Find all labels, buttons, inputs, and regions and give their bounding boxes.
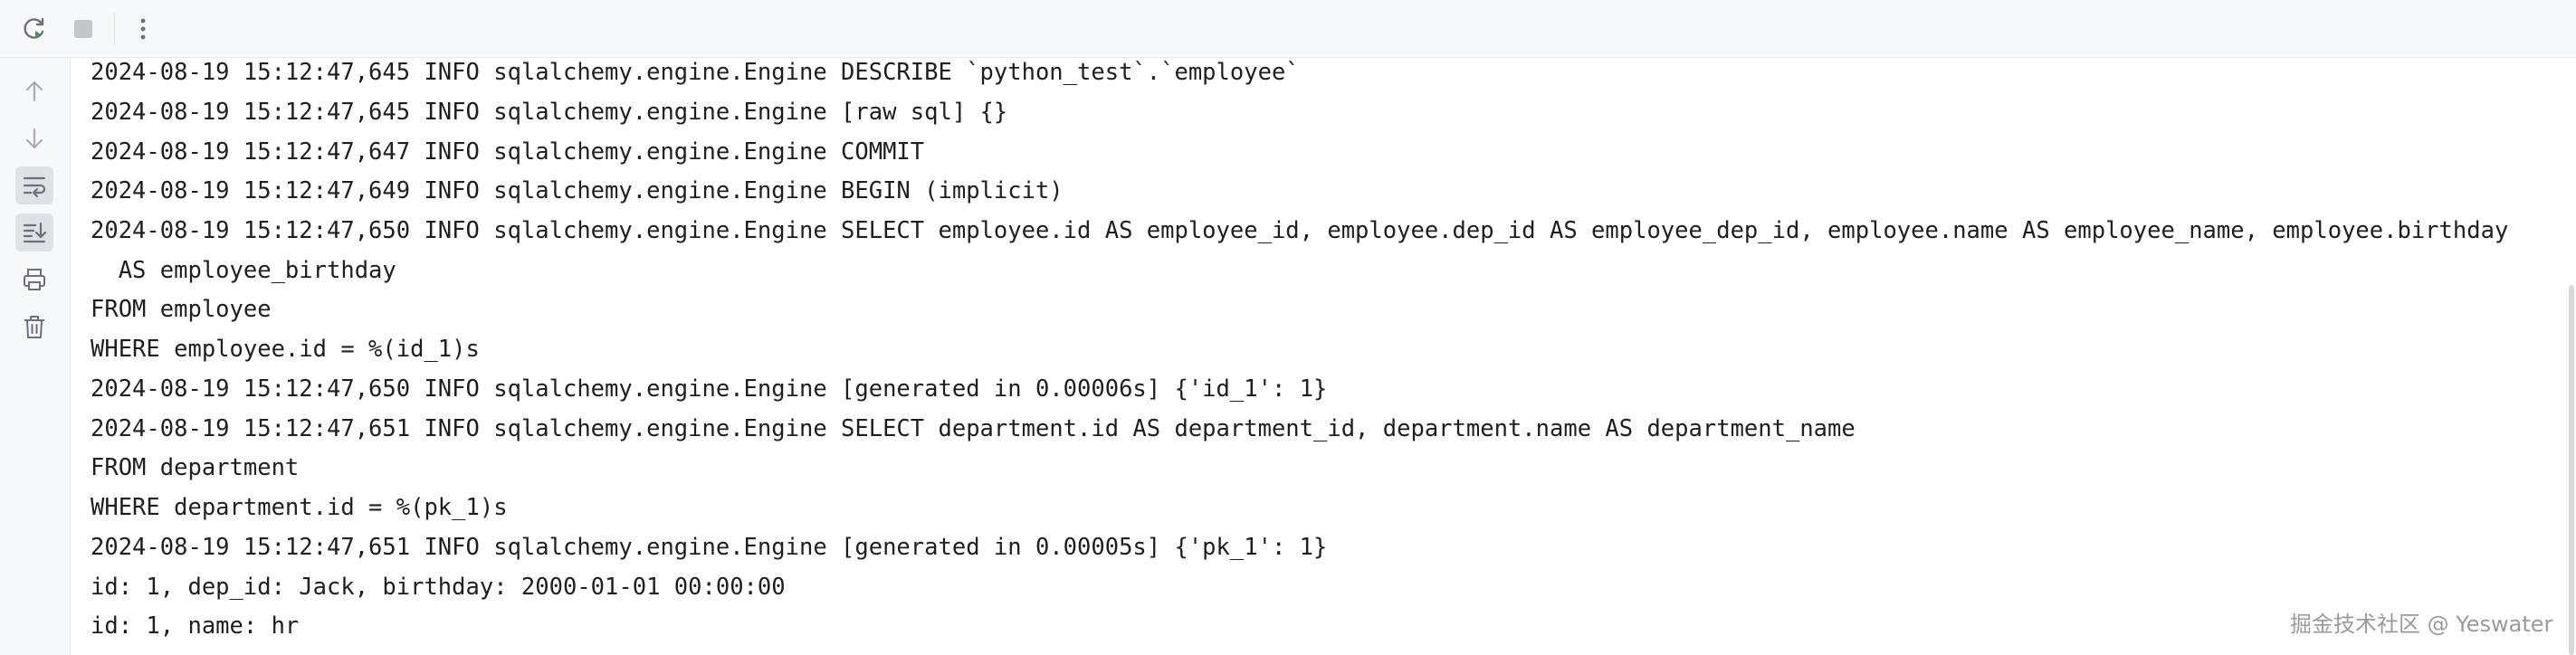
log-line: id: 1, name: hr — [91, 612, 300, 640]
log-line: FROM department — [91, 454, 300, 481]
log-line: 2024-08-19 15:12:47,651 INFO sqlalchemy.… — [91, 534, 1328, 561]
log-line: AS employee_birthday — [91, 257, 396, 284]
soft-wrap-icon — [23, 176, 46, 198]
arrow-down-icon — [25, 128, 43, 149]
print-icon — [24, 269, 45, 290]
arrow-up-icon — [25, 81, 43, 102]
log-line: 2024-08-19 15:12:47,647 INFO sqlalchemy.… — [91, 138, 925, 166]
log-line: id: 1, dep_id: Jack, birthday: 2000-01-0… — [91, 574, 786, 601]
vertical-scrollbar-thumb[interactable] — [2569, 285, 2574, 655]
log-line: 2024-08-19 15:12:47,645 INFO sqlalchemy.… — [91, 99, 1008, 126]
log-line: 2024-08-19 15:12:47,651 INFO sqlalchemy.… — [91, 415, 1856, 442]
clear-all-button[interactable] — [15, 308, 53, 346]
log-line: 2024-08-19 15:12:47,645 INFO sqlalchemy.… — [91, 59, 1300, 86]
scroll-to-end-icon — [23, 222, 47, 243]
next-occurrence-button[interactable] — [15, 119, 53, 157]
soft-wrap-toggle[interactable] — [15, 166, 53, 204]
log-line: 2024-08-19 15:12:47,650 INFO sqlalchemy.… — [91, 217, 2509, 244]
trash-icon — [24, 316, 44, 338]
log-line: 2024-08-19 15:12:47,650 INFO sqlalchemy.… — [91, 375, 1328, 403]
log-line: 2024-08-19 15:12:47,649 INFO sqlalchemy.… — [91, 177, 1064, 204]
rerun-icon — [24, 17, 44, 39]
print-button[interactable] — [15, 261, 53, 299]
rerun-button[interactable] — [16, 11, 52, 47]
stop-button[interactable] — [65, 11, 101, 47]
more-options-button[interactable] — [125, 11, 161, 47]
console-side-toolbar — [0, 58, 71, 655]
toolbar-separator — [114, 13, 115, 45]
run-toolbar — [0, 0, 2576, 58]
stop-icon — [74, 20, 92, 38]
watermark: 掘金技术社区 @ Yeswater — [2290, 612, 2553, 637]
more-vertical-icon — [140, 18, 146, 40]
scroll-to-end-toggle[interactable] — [15, 214, 53, 252]
log-line: WHERE department.id = %(pk_1)s — [91, 494, 508, 521]
log-line: FROM employee — [91, 296, 272, 323]
console-output[interactable]: 2024-08-19 15:12:47,645 INFO sqlalchemy.… — [71, 58, 2576, 655]
log-line: WHERE employee.id = %(id_1)s — [91, 336, 480, 363]
previous-occurrence-button[interactable] — [15, 72, 53, 110]
